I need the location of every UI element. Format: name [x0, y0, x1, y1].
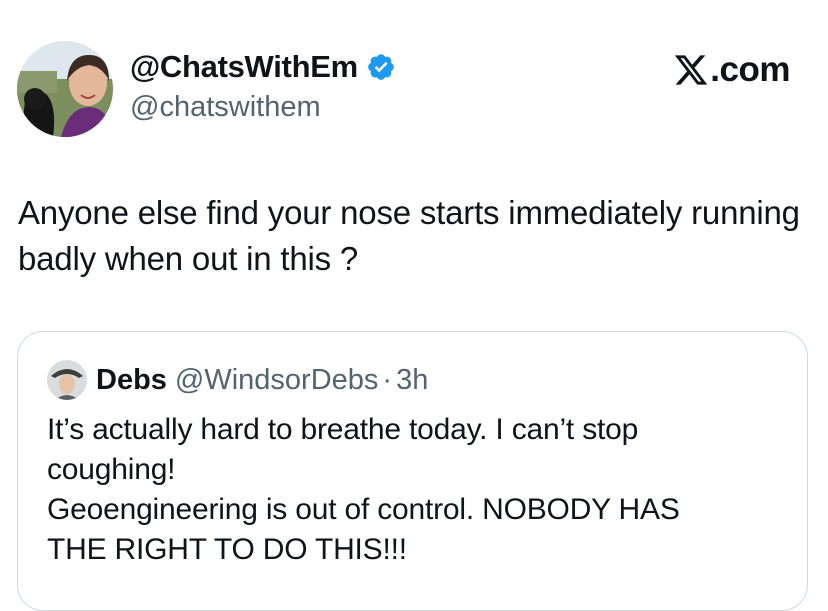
quoted-author-avatar[interactable]	[47, 360, 87, 400]
verified-badge-icon	[366, 52, 396, 82]
quoted-timestamp[interactable]: 3h	[396, 364, 428, 397]
quoted-text-line: THE RIGHT TO DO THIS!!!	[47, 533, 407, 566]
quoted-text-line: It’s actually hard to breathe today. I c…	[47, 413, 639, 446]
brand-label: .com	[710, 50, 790, 89]
author-name-row: @ChatsWithEm	[130, 49, 396, 85]
brand-mark: .com	[673, 50, 790, 90]
tweet-text: Anyone else find your nose starts immedi…	[18, 194, 800, 277]
author-display-name[interactable]: @ChatsWithEm	[130, 49, 358, 85]
quoted-tweet-header: Debs @WindsorDebs · 3h	[47, 360, 428, 400]
quoted-text-line: Geoengineering is out of control. NOBODY…	[47, 493, 680, 526]
quoted-tweet-text: It’s actually hard to breathe today. I c…	[47, 410, 787, 570]
quoted-tweet-card[interactable]: Debs @WindsorDebs · 3h It’s actually har…	[17, 331, 808, 611]
quoted-separator: ·	[382, 363, 393, 396]
quoted-handle[interactable]: @WindsorDebs	[175, 364, 379, 397]
author-avatar[interactable]	[17, 41, 113, 137]
quoted-display-name[interactable]: Debs	[96, 364, 167, 397]
author-handle[interactable]: @chatswithem	[130, 91, 321, 124]
x-logo-icon	[675, 55, 708, 85]
quoted-text-line: coughing!	[47, 453, 176, 486]
